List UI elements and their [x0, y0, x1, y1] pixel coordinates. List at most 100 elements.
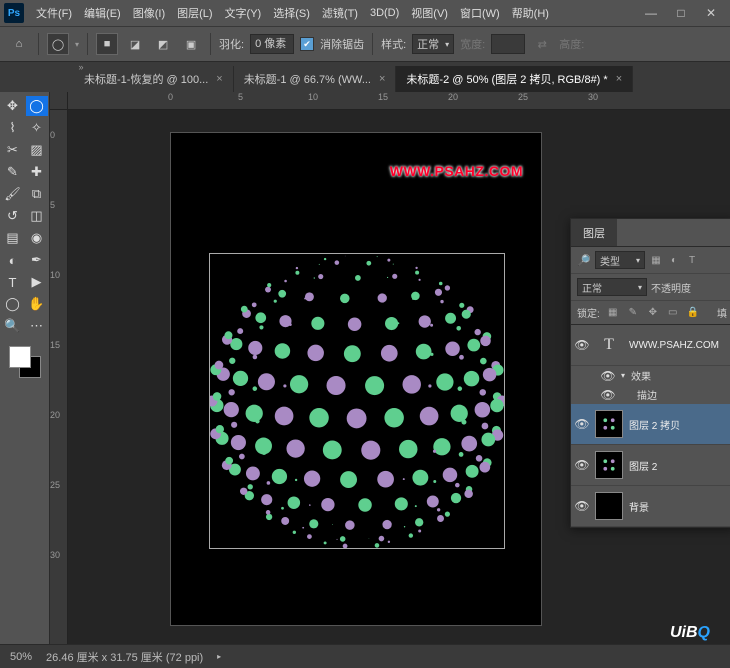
ruler-origin[interactable] [50, 92, 68, 110]
options-bar: ⌂ ◯ ▾ ■ ◪ ◩ ▣ 羽化: 0 像素 ✔ 消除锯齿 样式: 正常▾ 宽度… [0, 26, 730, 62]
gradient-tool[interactable]: ▤ [2, 228, 24, 248]
maximize-button[interactable]: □ [666, 2, 696, 24]
history-brush-tool[interactable]: ↺ [2, 206, 24, 226]
lock-all-icon[interactable]: 🔒 [686, 306, 700, 320]
blur-tool[interactable]: ◉ [26, 228, 48, 248]
menu-3d[interactable]: 3D(D) [364, 3, 405, 23]
layer-copy[interactable]: 👁 图层 2 拷贝 [571, 404, 730, 445]
foreground-swatch[interactable] [9, 346, 31, 368]
blend-mode-select[interactable]: 正常▾ [577, 278, 647, 296]
menu-layer[interactable]: 图层(L) [171, 1, 218, 25]
layer-name[interactable]: 图层 2 [629, 458, 657, 473]
search-icon[interactable]: 🔎 [577, 253, 591, 267]
lock-paint-icon[interactable]: ✎ [626, 306, 640, 320]
collapse-icon[interactable]: ▾ [621, 371, 625, 380]
width-input [491, 34, 525, 54]
marquee-tool[interactable]: ◯ [26, 96, 48, 116]
marquee-ellipse-icon[interactable]: ◯ [47, 33, 69, 55]
menu-view[interactable]: 视图(V) [405, 1, 454, 25]
magic-wand-tool[interactable]: ✧ [26, 118, 48, 138]
selection-subtract-icon[interactable]: ◩ [152, 33, 174, 55]
layer-name[interactable]: 图层 2 拷贝 [629, 417, 680, 432]
menu-select[interactable]: 选择(S) [267, 1, 316, 25]
close-icon[interactable]: × [616, 73, 622, 85]
layer-fx-stroke[interactable]: 👁 描边 [571, 385, 730, 404]
filter-pixel-icon[interactable]: ▦ [649, 253, 663, 267]
zoom-tool[interactable]: 🔍 [2, 316, 24, 336]
status-bar: 50% 26.46 厘米 x 31.75 厘米 (72 ppi) ▸ [0, 644, 730, 668]
lock-artboard-icon[interactable]: ▭ [666, 306, 680, 320]
filter-type-icon[interactable]: T [685, 253, 699, 267]
feather-input[interactable]: 0 像素 [250, 34, 294, 54]
doc-tab-3[interactable]: 未标题-2 @ 50% (图层 2 拷贝, RGB/8#) * × [396, 66, 633, 92]
menu-image[interactable]: 图像(I) [127, 1, 171, 25]
filter-adjust-icon[interactable]: ◐ [667, 253, 681, 267]
zoom-level[interactable]: 50% [10, 651, 32, 663]
hand-tool[interactable]: ✋ [26, 294, 48, 314]
lock-trans-icon[interactable]: ▦ [606, 306, 620, 320]
menu-help[interactable]: 帮助(H) [506, 1, 555, 25]
selection-intersect-icon[interactable]: ▣ [180, 33, 202, 55]
stamp-tool[interactable]: ⧉ [26, 184, 48, 204]
layer-name[interactable]: WWW.PSAHZ.COM [629, 340, 719, 351]
crop-tool[interactable]: ✂ [2, 140, 24, 160]
move-tool[interactable]: ✥ [2, 96, 24, 116]
pen-tool[interactable]: ✒ [26, 250, 48, 270]
antialias-checkbox[interactable]: ✔ [300, 37, 314, 51]
layer-thumbnail [595, 451, 623, 479]
doc-tab-2[interactable]: 未标题-1 @ 66.7% (WW... × [234, 66, 397, 92]
brush-tool[interactable]: 🖌 [2, 184, 24, 204]
expand-tabs-icon[interactable]: » [74, 60, 88, 74]
ruler-vertical[interactable]: 0 5 10 15 20 25 30 [50, 110, 68, 644]
ruler-horizontal[interactable]: 0 5 10 15 20 25 30 [68, 92, 730, 110]
visibility-toggle[interactable]: 👁 [575, 338, 589, 352]
menu-file[interactable]: 文件(F) [30, 1, 78, 25]
path-select-tool[interactable]: ▶ [26, 272, 48, 292]
layer-list: 👁 T WWW.PSAHZ.COM 👁 ▾ 效果 👁 描边 👁 图层 2 拷贝 … [571, 325, 730, 527]
site-watermark: UiBQ [670, 624, 710, 642]
visibility-toggle[interactable]: 👁 [601, 369, 615, 383]
filter-kind-select[interactable]: 类型▾ [595, 251, 645, 269]
layer-2[interactable]: 👁 图层 2 [571, 445, 730, 486]
lasso-tool[interactable]: ⌇ [2, 118, 24, 138]
selection-add-icon[interactable]: ◪ [124, 33, 146, 55]
eraser-tool[interactable]: ◫ [26, 206, 48, 226]
layers-tab[interactable]: 图层 [571, 219, 617, 246]
heal-tool[interactable]: ✚ [26, 162, 48, 182]
doc-tab-3-label: 未标题-2 @ 50% (图层 2 拷贝, RGB/8#) * [406, 71, 607, 87]
close-icon[interactable]: × [379, 73, 385, 85]
type-tool[interactable]: T [2, 272, 24, 292]
document-dimensions[interactable]: 26.46 厘米 x 31.75 厘米 (72 ppi) [46, 649, 203, 665]
minimize-button[interactable]: ― [636, 2, 666, 24]
status-caret-icon[interactable]: ▸ [217, 652, 221, 661]
visibility-toggle[interactable]: 👁 [601, 388, 615, 402]
visibility-toggle[interactable]: 👁 [575, 458, 589, 472]
home-icon[interactable]: ⌂ [8, 33, 30, 55]
menu-window[interactable]: 窗口(W) [454, 1, 506, 25]
layer-name[interactable]: 背景 [629, 499, 649, 514]
watermark-text: WWW.PSAHZ.COM [390, 163, 523, 179]
dodge-tool[interactable]: ◐ [2, 250, 24, 270]
lock-move-icon[interactable]: ✥ [646, 306, 660, 320]
layer-fx-row[interactable]: 👁 ▾ 效果 [571, 366, 730, 385]
layer-text[interactable]: 👁 T WWW.PSAHZ.COM [571, 325, 730, 366]
slice-tool[interactable]: ▨ [26, 140, 48, 160]
style-select[interactable]: 正常▾ [412, 34, 454, 54]
visibility-toggle[interactable]: 👁 [575, 417, 589, 431]
doc-tab-1[interactable]: 未标题-1-恢复的 @ 100... × [74, 66, 234, 92]
menu-type[interactable]: 文字(Y) [219, 1, 268, 25]
lock-label: 锁定: [577, 305, 600, 320]
close-button[interactable]: ✕ [696, 2, 726, 24]
document-canvas[interactable]: WWW.PSAHZ.COM [170, 132, 542, 626]
selection-new-icon[interactable]: ■ [96, 33, 118, 55]
type-layer-icon: T [595, 331, 623, 359]
visibility-toggle[interactable]: 👁 [575, 499, 589, 513]
layer-background[interactable]: 👁 背景 [571, 486, 730, 527]
color-swatches[interactable] [7, 344, 43, 380]
edit-toolbar[interactable]: ⋯ [26, 316, 48, 336]
shape-tool[interactable]: ◯ [2, 294, 24, 314]
menu-edit[interactable]: 编辑(E) [78, 1, 127, 25]
menu-filter[interactable]: 滤镜(T) [316, 1, 364, 25]
close-icon[interactable]: × [216, 73, 222, 85]
eyedropper-tool[interactable]: ✎ [2, 162, 24, 182]
